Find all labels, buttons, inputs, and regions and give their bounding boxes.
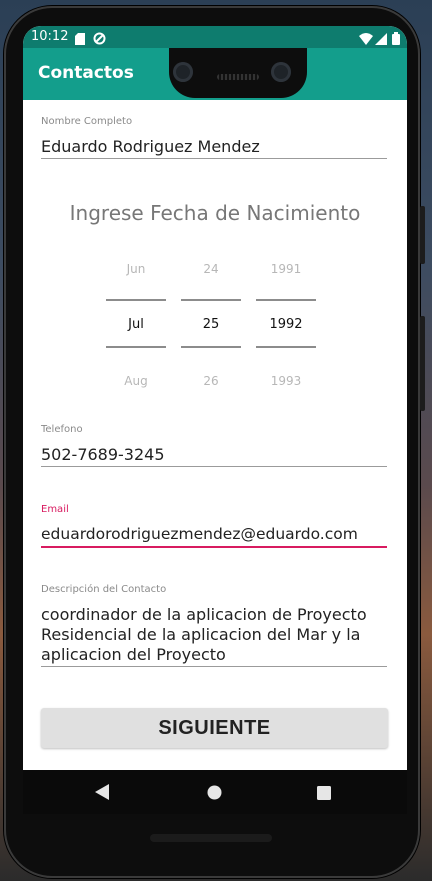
front-camera-icon (271, 62, 291, 82)
email-input[interactable]: eduardorodriguezmendez@eduardo.com (41, 525, 387, 543)
battery-icon (392, 30, 400, 49)
home-icon[interactable] (207, 785, 222, 804)
month-selected[interactable]: Jul (106, 317, 166, 332)
sd-card-icon (75, 30, 85, 49)
description-label: Descripción del Contacto (41, 584, 167, 595)
description-line-1[interactable]: coordinador de la aplicacion de Proyecto (41, 605, 387, 624)
day-next[interactable]: 26 (181, 374, 241, 388)
phone-chin-speaker (150, 834, 272, 842)
phone-input[interactable]: 502-7689-3245 (41, 445, 387, 464)
picker-divider (181, 346, 241, 348)
month-next[interactable]: Aug (106, 374, 166, 388)
phone-label: Telefono (41, 424, 83, 435)
picker-divider (256, 299, 316, 301)
picker-divider (106, 346, 166, 348)
nav-bar (23, 770, 407, 814)
month-prev[interactable]: Jun (106, 262, 166, 276)
year-prev[interactable]: 1991 (256, 262, 316, 276)
volume-button (420, 316, 425, 411)
day-prev[interactable]: 24 (181, 262, 241, 276)
picker-divider (256, 346, 316, 348)
app-title: Contactos (38, 63, 134, 83)
wifi-icon (359, 30, 373, 49)
power-button (420, 206, 425, 264)
front-camera-icon (173, 62, 193, 82)
name-input[interactable]: Eduardo Rodriguez Mendez (41, 137, 387, 156)
back-icon[interactable] (95, 784, 109, 804)
name-label: Nombre Completo (41, 116, 133, 127)
cell-signal-icon (375, 30, 387, 49)
sync-icon (93, 30, 106, 49)
email-underline (41, 546, 387, 548)
earpiece-speaker (217, 74, 259, 80)
status-time: 10:12 (31, 29, 69, 44)
recents-icon[interactable] (317, 785, 331, 804)
picker-divider (181, 299, 241, 301)
phone-underline (41, 466, 387, 467)
camera-notch (169, 48, 307, 98)
status-bar: 10:12 (23, 26, 407, 48)
name-underline (41, 158, 387, 159)
day-selected[interactable]: 25 (181, 317, 241, 332)
description-underline (41, 666, 387, 667)
app-screen: 10:12 Contactos Nombre Completo Eduardo … (23, 26, 407, 814)
description-line-3[interactable]: aplicacion del Proyecto (41, 645, 387, 664)
year-selected[interactable]: 1992 (256, 317, 316, 332)
email-label: Email (41, 504, 69, 515)
year-next[interactable]: 1993 (256, 374, 316, 388)
birthdate-heading: Ingrese Fecha de Nacimiento (69, 201, 361, 225)
picker-divider (106, 299, 166, 301)
next-button[interactable]: SIGUIENTE (41, 708, 388, 748)
description-line-2[interactable]: Residencial de la aplicacion del Mar y l… (41, 625, 387, 644)
